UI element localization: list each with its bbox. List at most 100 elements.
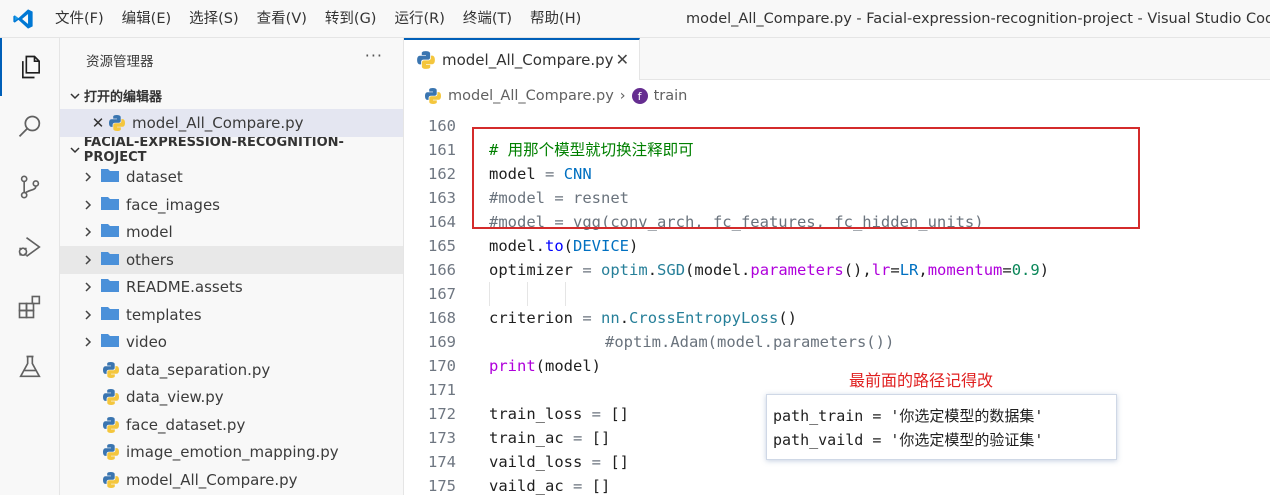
code-line: 167 #optim.Adam(model.parameters()) [404, 282, 1270, 351]
tree-file-data-view[interactable]: data_view.py [60, 384, 403, 412]
line-number: 173 [428, 429, 456, 447]
annotation-code-line: path_vaild = '你选定模型的验证集' [773, 431, 1044, 449]
title-bar: 文件(F) 编辑(E) 选择(S) 查看(V) 转到(G) 运行(R) 终端(T… [0, 0, 1270, 38]
extensions-icon[interactable] [0, 278, 60, 336]
line-number: 171 [428, 381, 456, 399]
tree-label: templates [126, 305, 202, 324]
code-line: 169 [404, 330, 1270, 354]
tree-folder-dataset[interactable]: dataset [60, 164, 403, 192]
folder-icon [100, 195, 120, 215]
window-title: model_All_Compare.py - Facial-expression… [686, 11, 1270, 27]
run-debug-icon[interactable] [0, 218, 60, 276]
tree-label: model [126, 223, 173, 242]
menu-help[interactable]: 帮助(H) [521, 0, 590, 38]
folder-icon [100, 305, 120, 325]
menu-go[interactable]: 转到(G) [316, 0, 386, 38]
search-icon[interactable] [0, 98, 60, 156]
python-file-icon [424, 87, 442, 105]
tree-file-model-all-compare[interactable]: model_All_Compare.py [60, 466, 403, 494]
menu-run[interactable]: 运行(R) [385, 0, 453, 38]
chevron-right-icon: › [619, 88, 626, 104]
python-file-icon [102, 416, 120, 434]
code-text: train_loss = [] [489, 405, 629, 423]
tree-label: face_dataset.py [126, 415, 246, 434]
folder-icon [100, 277, 120, 297]
chevron-right-icon [80, 336, 96, 348]
breadcrumb-file[interactable]: model_All_Compare.py [448, 88, 614, 104]
menu-edit[interactable]: 编辑(E) [113, 0, 180, 38]
menu-file[interactable]: 文件(F) [46, 0, 113, 38]
line-number: 172 [428, 405, 456, 423]
tree-folder-video[interactable]: video [60, 329, 403, 357]
function-symbol-icon: f [631, 88, 648, 104]
tree-file-image-emotion-mapping[interactable]: image_emotion_mapping.py [60, 439, 403, 467]
explorer-sidebar: 资源管理器 ··· 打开的编辑器 ✕ model_All_Compare.py … [60, 38, 404, 495]
tree-label: data_view.py [126, 388, 224, 407]
line-number: 163 [428, 189, 456, 207]
annotation-code-line: path_train = '你选定模型的数据集' [773, 407, 1044, 425]
line-number: 161 [428, 141, 456, 159]
chevron-down-icon [66, 144, 84, 156]
code-line: 170 print(model) [404, 354, 1270, 378]
close-icon[interactable]: ✕ [88, 114, 108, 132]
code-text: model.to(DEVICE) [489, 237, 639, 255]
tree-label: dataset [126, 168, 183, 187]
chevron-down-icon [66, 90, 84, 102]
menu-terminal[interactable]: 终端(T) [454, 0, 521, 38]
highlight-box [472, 127, 1140, 229]
python-file-icon [108, 114, 126, 132]
code-text: vaild_loss = [] [489, 453, 629, 471]
code-line: 166 optimizer = optim.SGD(model.parameter… [404, 258, 1270, 282]
folder-icon [100, 222, 120, 242]
code-text: train_ac = [] [489, 429, 611, 447]
activity-bar [0, 38, 60, 495]
line-number: 168 [428, 309, 456, 327]
code-line: 165 model.to(DEVICE) [404, 234, 1270, 258]
code-text: vaild_ac = [] [489, 477, 611, 495]
tree-file-face-dataset[interactable]: face_dataset.py [60, 411, 403, 439]
menu-view[interactable]: 查看(V) [248, 0, 316, 38]
breadcrumb-symbol[interactable]: train [654, 88, 688, 104]
tree-folder-readme-assets[interactable]: README.assets [60, 274, 403, 302]
chevron-right-icon [80, 171, 96, 183]
tree-folder-face-images[interactable]: face_images [60, 191, 403, 219]
tree-folder-others[interactable]: others [60, 246, 403, 274]
tree-label: face_images [126, 195, 220, 214]
code-text: print(model) [489, 357, 601, 375]
python-file-icon [102, 388, 120, 406]
tree-file-data-separation[interactable]: data_separation.py [60, 356, 403, 384]
chevron-right-icon [80, 226, 96, 238]
code-text: criterion = nn.CrossEntropyLoss() [489, 309, 798, 327]
python-file-icon [416, 50, 436, 70]
tree-label: image_emotion_mapping.py [126, 443, 339, 462]
open-editors-section[interactable]: 打开的编辑器 [60, 82, 403, 109]
menu-selection[interactable]: 选择(S) [180, 0, 248, 38]
line-number: 160 [428, 117, 456, 135]
more-actions-icon[interactable]: ··· [365, 46, 383, 65]
project-title: FACIAL-EXPRESSION-RECOGNITION-PROJECT [83, 135, 344, 165]
chevron-right-icon [80, 254, 96, 266]
open-editor-item[interactable]: ✕ model_All_Compare.py [60, 109, 403, 137]
testing-icon[interactable] [0, 338, 60, 396]
folder-icon [100, 167, 120, 187]
chevron-right-icon [80, 199, 96, 211]
annotation-note: 最前面的路径记得改 [849, 371, 994, 390]
code-line: 175 vaild_ac = [] [404, 474, 1270, 495]
folder-icon [100, 332, 120, 352]
tree-label: video [126, 333, 167, 352]
tree-label: model_All_Compare.py [126, 470, 298, 489]
sidebar-title: 资源管理器 [86, 54, 154, 70]
chevron-right-icon [80, 309, 96, 321]
line-number: 169 [428, 333, 456, 351]
python-file-icon [102, 361, 120, 379]
project-section[interactable]: FACIAL-EXPRESSION-RECOGNITION-PROJECT [60, 135, 403, 165]
tab-model-all-compare[interactable]: model_All_Compare.py ✕ [404, 38, 640, 80]
vscode-logo-icon [0, 0, 46, 38]
source-control-icon[interactable] [0, 158, 60, 216]
tree-folder-model[interactable]: model [60, 219, 403, 247]
tree-folder-templates[interactable]: templates [60, 301, 403, 329]
tree-label: README.assets [126, 278, 243, 297]
tab-close-icon[interactable]: ✕ [616, 50, 629, 69]
explorer-icon[interactable] [0, 38, 60, 96]
line-number: 164 [428, 213, 456, 231]
